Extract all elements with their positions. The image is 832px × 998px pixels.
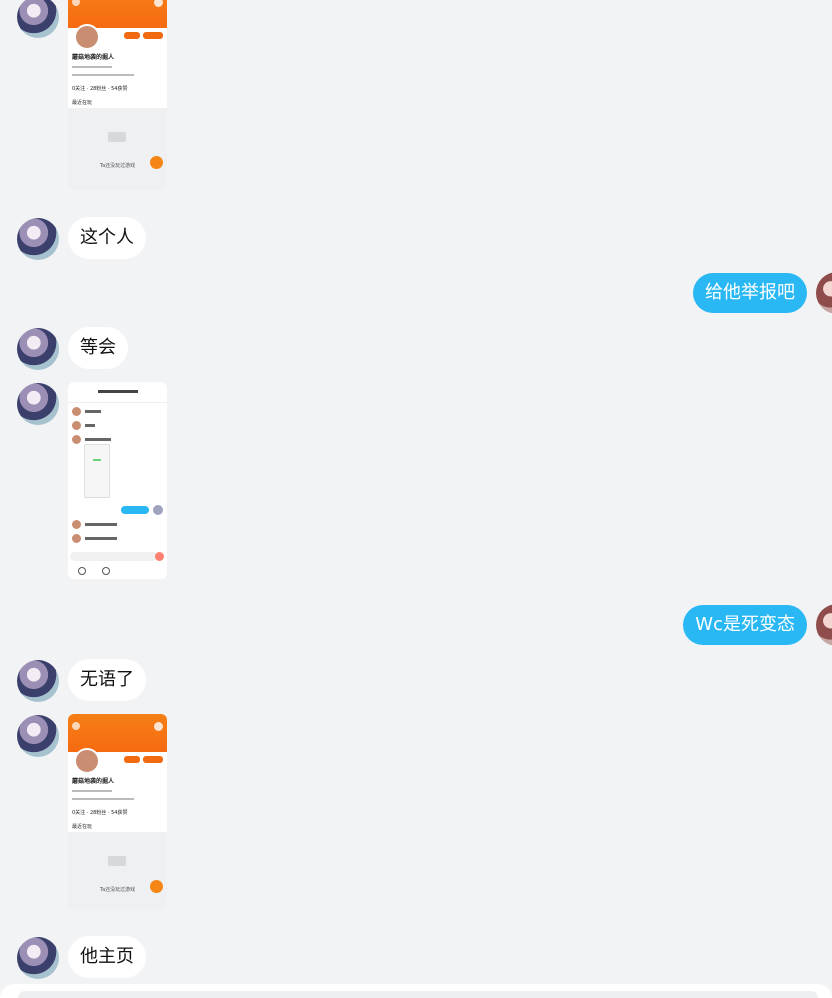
image-message-profile[interactable]: 蘑菇地袭的掘人 0关注 · 28粉丝 · 54获赞 最近在玩 Ta还没玩过游戏 [68,714,167,911]
image-thumb [84,444,110,498]
profile-buttons [124,756,163,763]
message-input[interactable] [18,991,818,998]
more-icon [154,0,163,7]
image-message-chat[interactable] [68,382,167,579]
self-avatar[interactable] [816,604,832,646]
sender-avatar[interactable] [17,715,59,757]
message-bubble[interactable]: 他主页 [68,936,146,978]
profile-buttons [124,32,163,39]
recent-label: 最近在玩 [72,824,93,830]
couch-icon [108,132,126,142]
sender-avatar[interactable] [17,383,59,425]
message-bubble[interactable]: 等会 [68,327,128,369]
sent-bubble [121,506,149,514]
keyboard-icon [102,567,110,575]
profile-header [68,714,167,752]
couch-icon [108,856,126,866]
message-bubble[interactable]: 无语了 [68,659,146,701]
profile-name: 蘑菇地袭的掘人 [72,54,115,61]
chat-header [68,382,167,403]
profile-avatar [74,24,100,50]
badge-icon [150,156,163,169]
more-icon [154,722,163,731]
profile-stats: 0关注 · 28粉丝 · 54获赞 [72,810,128,816]
sender-avatar[interactable] [17,660,59,702]
message-bubble-self[interactable]: 给他举报吧 [693,273,807,313]
profile-stats: 0关注 · 28粉丝 · 54获赞 [72,86,128,92]
message-bubble[interactable]: 这个人 [68,217,146,259]
message-bubble-self[interactable]: Wc是死变态 [683,605,807,645]
sender-avatar[interactable] [17,218,59,260]
image-message-profile[interactable]: 蘑菇地袭的掘人 0关注 · 28粉丝 · 54获赞 最近在玩 Ta还没玩过游戏 [68,0,167,190]
back-icon [72,0,80,6]
badge-icon [150,880,163,893]
chat-input-preview [70,552,157,561]
recent-label: 最近在玩 [72,100,93,106]
profile-avatar [74,748,100,774]
self-avatar[interactable] [816,272,832,314]
sender-avatar[interactable] [17,328,59,370]
sender-avatar[interactable] [17,0,59,38]
input-bar [0,984,832,998]
profile-name: 蘑菇地袭的掘人 [72,778,115,785]
games-box: Ta还没玩过游戏 [68,832,167,911]
sender-avatar[interactable] [17,937,59,979]
emoji-icon [78,567,86,575]
back-icon [72,722,80,730]
games-box: Ta还没玩过游戏 [68,108,167,190]
